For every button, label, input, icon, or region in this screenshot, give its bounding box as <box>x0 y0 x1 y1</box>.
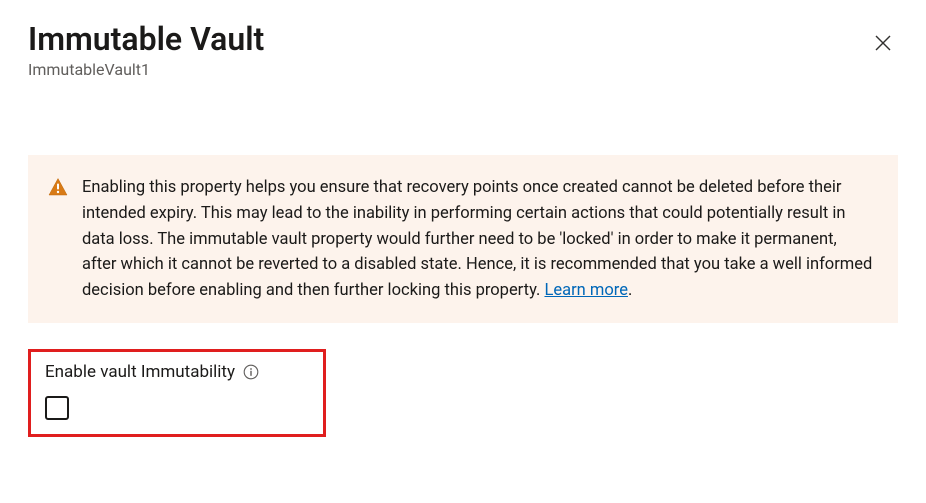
warning-icon <box>48 177 68 201</box>
page-subtitle: ImmutableVault1 <box>28 60 264 79</box>
warning-text: Enabling this property helps you ensure … <box>82 175 874 303</box>
close-icon <box>874 34 892 55</box>
warning-message: Enabling this property helps you ensure … <box>82 178 872 299</box>
enable-immutability-section: Enable vault Immutability <box>28 349 326 437</box>
warning-banner: Enabling this property helps you ensure … <box>28 155 898 323</box>
title-block: Immutable Vault ImmutableVault1 <box>28 20 264 79</box>
learn-more-link[interactable]: Learn more <box>544 281 627 300</box>
close-button[interactable] <box>868 28 898 61</box>
enable-immutability-checkbox[interactable] <box>45 396 69 420</box>
page-header: Immutable Vault ImmutableVault1 <box>28 20 898 79</box>
checkbox-label-row: Enable vault Immutability <box>45 362 311 382</box>
page-title: Immutable Vault <box>28 20 264 58</box>
enable-immutability-label: Enable vault Immutability <box>45 362 235 382</box>
info-icon[interactable] <box>243 364 259 380</box>
